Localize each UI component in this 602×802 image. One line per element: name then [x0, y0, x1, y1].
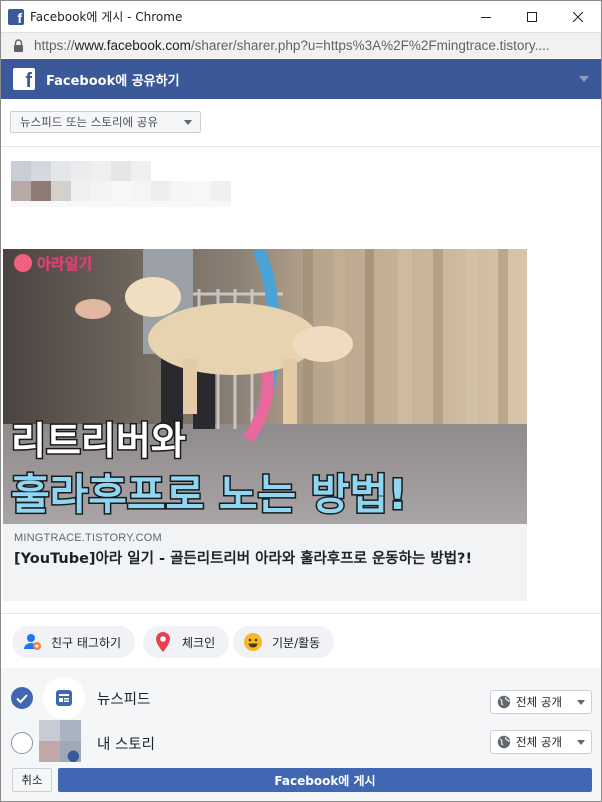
tag-friends-button[interactable]: 친구 태그하기: [12, 626, 136, 658]
newsfeed-checkbox[interactable]: [11, 687, 33, 709]
newsfeed-audience-label: 전체 공개: [516, 695, 562, 709]
facebook-logo: f: [13, 68, 35, 90]
newsfeed-audience-dropdown[interactable]: 전체 공개: [490, 690, 592, 714]
url-host: www.facebook.com: [74, 38, 191, 53]
facebook-icon: f: [8, 8, 24, 25]
checkin-button[interactable]: 체크인: [143, 626, 230, 658]
address-bar[interactable]: https://www.facebook.com/sharer/sharer.p…: [1, 32, 601, 58]
facebook-header: f Facebook에 공유하기: [1, 59, 601, 99]
thumbnail-image: 아라일기 리트리버와 훌라후프로 노는 방법!: [3, 249, 527, 524]
blurred-text-line: [11, 201, 231, 207]
globe-icon: [497, 735, 511, 749]
preview-thumbnail: 아라일기 리트리버와 훌라후프로 노는 방법!: [3, 249, 527, 524]
share-target-label: 뉴스피드 또는 스토리에 공유: [20, 115, 158, 129]
lock-icon: [14, 39, 23, 52]
url-text: https://www.facebook.com/sharer/sharer.p…: [34, 38, 594, 53]
title-bar: f Facebook에 게시 - Chrome: [1, 1, 601, 32]
story-audience-dropdown[interactable]: 전체 공개: [490, 730, 592, 754]
feeling-activity-label: 기분/활동: [272, 635, 321, 650]
url-scheme: https://: [34, 38, 75, 53]
story-label: 내 스토리: [97, 737, 155, 753]
share-target-dropdown[interactable]: 뉴스피드 또는 스토리에 공유: [10, 111, 201, 133]
blurred-text-line: [11, 181, 231, 201]
chrome-window: f Facebook에 게시 - Chrome https://www.face…: [0, 0, 602, 802]
post-to-facebook-button[interactable]: Facebook에 게시: [58, 768, 592, 792]
preview-meta: MINGTRACE.TISTORY.COM [YouTube]아라 일기 - 골…: [3, 524, 527, 601]
preview-domain: MINGTRACE.TISTORY.COM: [14, 532, 162, 544]
thumb-caption-line2: 훌라후프로 노는 방법!: [11, 470, 407, 519]
minimize-button[interactable]: [463, 1, 509, 32]
story-checkbox[interactable]: [11, 732, 33, 754]
thumb-caption-line1: 리트리버와: [11, 419, 186, 463]
destination-newsfeed[interactable]: 뉴스피드 전체 공개: [1, 676, 601, 720]
composer-actions: 친구 태그하기 체크인 기분/활동: [1, 613, 601, 668]
story-audience-label: 전체 공개: [516, 735, 562, 749]
maximize-button[interactable]: [509, 1, 555, 32]
chevron-down-icon: [577, 700, 585, 705]
chevron-down-icon: [184, 120, 192, 125]
destination-story[interactable]: 내 스토리 전체 공개: [1, 720, 601, 764]
link-preview-card[interactable]: 아라일기 리트리버와 훌라후프로 노는 방법! MINGTRACE.TISTOR…: [3, 249, 527, 601]
window-title: Facebook에 게시 - Chrome: [30, 10, 183, 24]
newsfeed-label: 뉴스피드: [97, 692, 151, 708]
close-icon: [573, 11, 583, 22]
smiley-icon: [242, 631, 264, 653]
share-target-bar: 뉴스피드 또는 스토리에 공유: [1, 99, 601, 147]
cancel-button[interactable]: 취소: [12, 768, 52, 792]
close-button[interactable]: [555, 1, 601, 32]
blurred-text-line: [11, 161, 151, 181]
globe-icon: [497, 695, 511, 709]
window-controls: [463, 1, 601, 32]
checkmark-icon: [16, 694, 28, 704]
chevron-down-icon[interactable]: [579, 76, 589, 82]
maximize-icon: [527, 11, 537, 22]
feeling-activity-button[interactable]: 기분/활동: [233, 626, 335, 658]
dialog-title: Facebook에 공유하기: [46, 73, 180, 89]
chevron-down-icon: [577, 740, 585, 745]
url-path: /sharer/sharer.php?u=https%3A%2F%2Fmingt…: [190, 38, 550, 53]
thumb-badge-text: 아라일기: [37, 255, 92, 273]
location-pin-icon: [152, 631, 174, 653]
newsfeed-icon: [43, 677, 85, 719]
checkin-label: 체크인: [182, 635, 216, 650]
tag-friends-label: 친구 태그하기: [51, 635, 122, 650]
story-avatar-blurred: [39, 720, 81, 762]
minimize-icon: [481, 16, 491, 18]
tag-friends-icon: [21, 631, 43, 653]
preview-title: [YouTube]아라 일기 - 골든리트리버 아라와 훌라후프로 운동하는 방…: [14, 551, 473, 567]
